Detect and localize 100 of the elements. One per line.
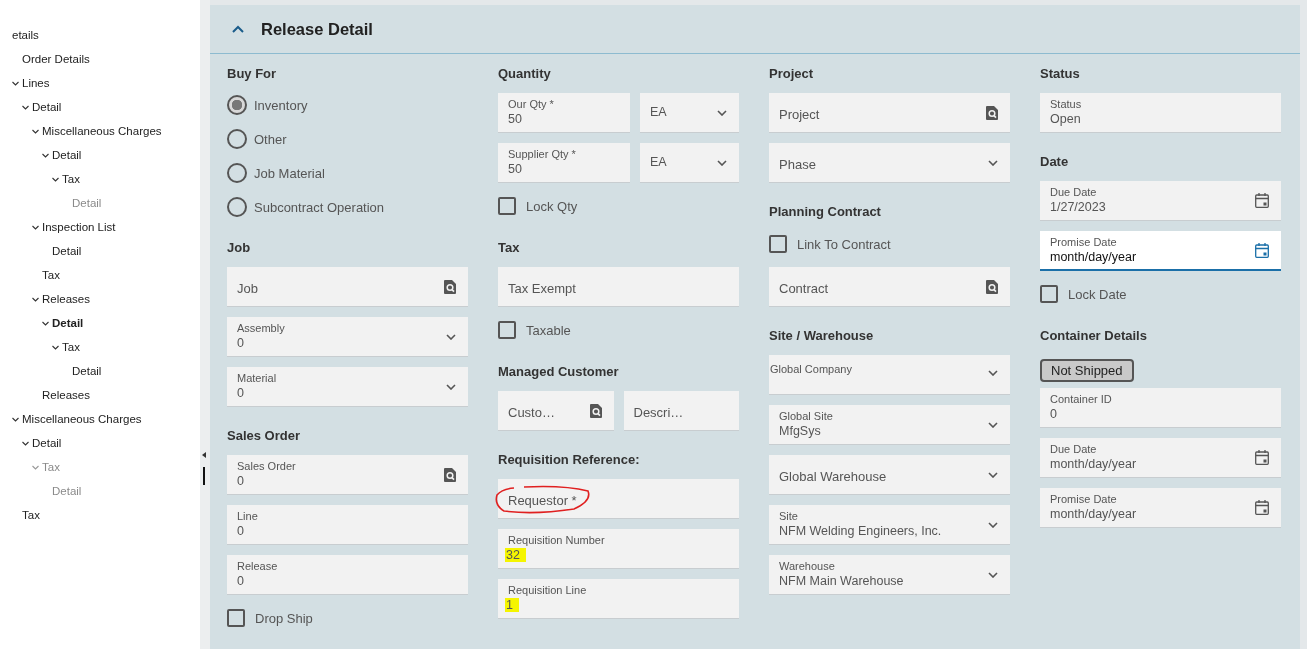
panel-title: Release Detail	[261, 19, 373, 39]
checkbox[interactable]: Drop Ship	[227, 605, 313, 631]
text-field[interactable]: Container ID 0	[1040, 388, 1281, 428]
lookup-field[interactable]: Job	[227, 267, 468, 307]
text-field[interactable]: Status Open	[1040, 93, 1281, 133]
checkbox[interactable]: Lock Date	[1040, 281, 1127, 307]
checkbox[interactable]: Lock Qty	[498, 193, 578, 219]
chevron-down-icon[interactable]	[22, 440, 29, 446]
date-field[interactable]: Promise Date month/day/year	[1040, 231, 1281, 271]
text-field[interactable]: Supplier Qty * 50	[498, 143, 630, 183]
tree-item[interactable]: Tax	[62, 341, 80, 353]
section-heading: Job	[227, 239, 252, 257]
chevron-down-icon[interactable]	[32, 128, 39, 134]
dropdown-field[interactable]: EA	[640, 143, 739, 183]
radio-option[interactable]: Other	[227, 127, 287, 151]
dropdown-field[interactable]: Assembly 0	[227, 317, 468, 357]
calendar-icon[interactable]	[1255, 450, 1269, 465]
date-field[interactable]: Due Date 1/27/2023	[1040, 181, 1281, 221]
tree-item[interactable]: Miscellaneous Charges	[42, 125, 162, 137]
search-icon[interactable]	[986, 279, 998, 294]
date-field[interactable]: Promise Date month/day/year	[1040, 488, 1281, 528]
tree-item[interactable]: Miscellaneous Charges	[22, 413, 142, 425]
dropdown-field[interactable]: Site NFM Welding Engineers, Inc.	[769, 505, 1010, 545]
tree-item[interactable]: Detail	[72, 365, 102, 377]
text-field[interactable]: Requisition Line 1	[498, 579, 739, 619]
section-heading: Status	[1040, 65, 1081, 83]
text-field[interactable]: Requestor *	[498, 479, 739, 519]
status-button[interactable]: Not Shipped	[1040, 359, 1134, 382]
chevron-down-icon[interactable]	[988, 370, 998, 376]
search-icon[interactable]	[444, 279, 456, 294]
search-icon[interactable]	[444, 467, 456, 482]
search-icon[interactable]	[986, 105, 998, 120]
dropdown-field[interactable]: Global Warehouse	[769, 455, 1010, 495]
section-heading: Site / Warehouse	[769, 327, 875, 345]
chevron-up-icon[interactable]	[232, 25, 244, 33]
dropdown-field[interactable]: EA	[640, 93, 739, 133]
tree-item[interactable]: Tax	[22, 509, 40, 521]
radio-option[interactable]: Job Material	[227, 161, 325, 185]
text-field[interactable]: Release 0	[227, 555, 468, 595]
tree-item[interactable]: etails	[12, 29, 39, 41]
splitter-handle[interactable]	[203, 467, 205, 485]
tree-item[interactable]: Detail	[52, 149, 82, 161]
tree-item[interactable]: Order Details	[22, 53, 90, 65]
collapse-arrow-icon[interactable]	[202, 452, 206, 458]
chevron-down-icon[interactable]	[52, 344, 59, 350]
chevron-down-icon[interactable]	[12, 80, 19, 86]
chevron-down-icon[interactable]	[988, 471, 998, 478]
radio-option[interactable]: Inventory	[227, 93, 308, 117]
text-field[interactable]: Our Qty * 50	[498, 93, 630, 133]
checkbox[interactable]: Link To Contract	[769, 231, 891, 257]
search-icon[interactable]	[589, 403, 602, 418]
tree-item[interactable]: Tax	[62, 173, 80, 185]
tree-item[interactable]: Lines	[22, 77, 50, 89]
chevron-down-icon[interactable]	[717, 159, 727, 166]
tree-item[interactable]: Releases	[42, 293, 90, 305]
text-field[interactable]: Descri…	[623, 391, 739, 431]
date-field[interactable]: Due Date month/day/year	[1040, 438, 1281, 478]
text-field[interactable]: Requisition Number 32	[498, 529, 739, 569]
text-field[interactable]: Tax Exempt	[498, 267, 739, 307]
chevron-down-icon[interactable]	[446, 383, 456, 390]
section-heading: Quantity	[498, 65, 552, 83]
chevron-down-icon[interactable]	[988, 571, 998, 578]
dropdown-field[interactable]: Phase	[769, 143, 1010, 183]
chevron-down-icon[interactable]	[42, 320, 49, 326]
dropdown-field[interactable]: Warehouse NFM Main Warehouse	[769, 555, 1010, 595]
tree-item[interactable]: Tax	[42, 269, 60, 281]
chevron-down-icon[interactable]	[988, 521, 998, 528]
calendar-icon[interactable]	[1255, 193, 1269, 208]
calendar-icon[interactable]	[1255, 500, 1269, 515]
lookup-field[interactable]: Sales Order 0	[227, 455, 468, 495]
chevron-down-icon[interactable]	[42, 152, 49, 158]
tree-item[interactable]: Releases	[42, 389, 90, 401]
dropdown-field[interactable]: Global Company	[769, 355, 1010, 395]
lookup-field[interactable]: Project	[769, 93, 1010, 133]
radio-option[interactable]: Subcontract Operation	[227, 195, 385, 219]
chevron-down-icon[interactable]	[52, 176, 59, 182]
tree-item[interactable]: Inspection List	[42, 221, 116, 233]
chevron-down-icon[interactable]	[12, 416, 19, 422]
lookup-field[interactable]: Contract	[769, 267, 1010, 307]
dropdown-field[interactable]: Global Site MfgSys	[769, 405, 1010, 445]
tree-item[interactable]: Detail	[32, 101, 62, 113]
chevron-down-icon[interactable]	[446, 333, 456, 340]
section-heading: Date	[1040, 153, 1070, 171]
chevron-down-icon[interactable]	[717, 109, 727, 116]
calendar-icon[interactable]	[1255, 242, 1269, 258]
tree-item[interactable]: Detail	[32, 437, 62, 449]
dropdown-field[interactable]: Material 0	[227, 367, 468, 407]
chevron-down-icon[interactable]	[988, 159, 998, 166]
chevron-down-icon[interactable]	[988, 421, 998, 428]
section-heading: Sales Order	[227, 427, 301, 445]
tree-item[interactable]: Detail	[52, 245, 82, 257]
checkbox[interactable]: Taxable	[498, 317, 571, 343]
tree-item[interactable]: Detail	[52, 317, 84, 329]
text-field[interactable]: Line 0	[227, 505, 468, 545]
section-heading: Project	[769, 65, 815, 83]
chevron-down-icon[interactable]	[32, 224, 39, 230]
section-heading: Planning Contract	[769, 203, 882, 221]
chevron-down-icon[interactable]	[22, 104, 29, 110]
chevron-down-icon[interactable]	[32, 296, 39, 302]
lookup-field[interactable]: Custo…	[498, 391, 614, 431]
